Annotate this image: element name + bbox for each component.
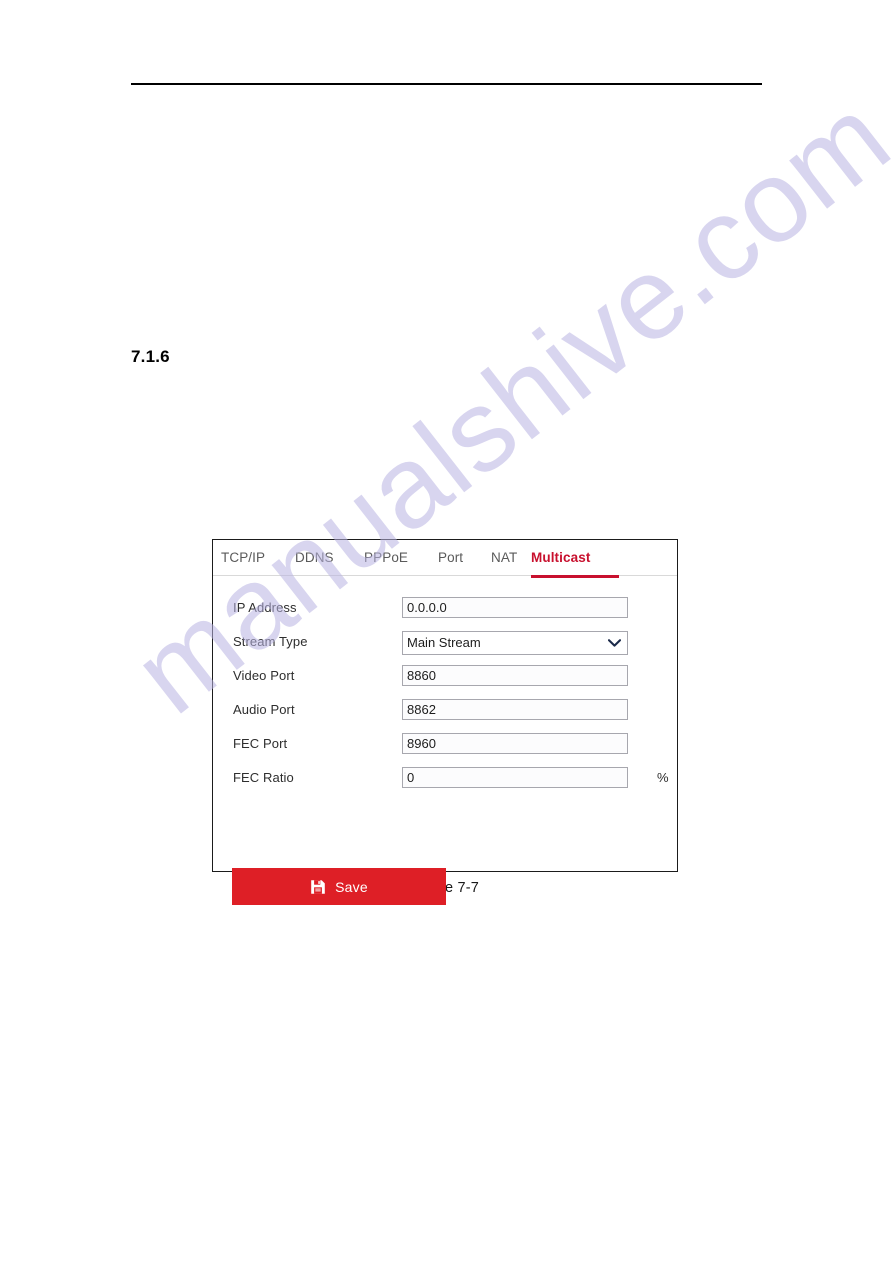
- multicast-form: IP Address 0.0.0.0 Stream Type Main Stre…: [213, 576, 677, 905]
- label-video-port: Video Port: [233, 668, 295, 683]
- fec-ratio-input[interactable]: 0: [402, 767, 628, 788]
- tab-ddns[interactable]: DDNS: [295, 550, 334, 565]
- stream-type-select[interactable]: Main Stream: [402, 631, 628, 655]
- tab-nat[interactable]: NAT: [491, 550, 517, 565]
- section-heading: 7.1.6: [131, 347, 170, 366]
- page-header-rule: [131, 83, 762, 85]
- label-fec-ratio: FEC Ratio: [233, 770, 294, 785]
- save-button-label: Save: [335, 878, 368, 895]
- ip-address-input[interactable]: 0.0.0.0: [402, 597, 628, 618]
- fec-ratio-percent-suffix: %: [657, 770, 669, 785]
- tab-port[interactable]: Port: [438, 550, 463, 565]
- label-ip-address: IP Address: [233, 600, 297, 615]
- video-port-input[interactable]: 8860: [402, 665, 628, 686]
- form-row-ip-address: IP Address 0.0.0.0: [213, 597, 677, 621]
- stream-type-value: Main Stream: [407, 635, 481, 650]
- fec-port-input[interactable]: 8960: [402, 733, 628, 754]
- save-button[interactable]: Save: [232, 868, 446, 905]
- tab-multicast[interactable]: Multicast: [531, 550, 590, 565]
- multicast-settings-panel: TCP/IP DDNS PPPoE Port NAT Multicast IP …: [212, 539, 678, 905]
- label-stream-type: Stream Type: [233, 634, 308, 649]
- tab-tcp-ip[interactable]: TCP/IP: [221, 550, 265, 565]
- label-audio-port: Audio Port: [233, 702, 295, 717]
- form-row-fec-ratio: FEC Ratio 0 %: [213, 767, 677, 791]
- settings-tab-strip: TCP/IP DDNS PPPoE Port NAT Multicast: [213, 540, 677, 578]
- tab-pppoe[interactable]: PPPoE: [364, 550, 408, 565]
- label-fec-port: FEC Port: [233, 736, 288, 751]
- chevron-down-icon: [608, 639, 621, 647]
- save-floppy-icon: [311, 879, 325, 894]
- form-row-audio-port: Audio Port 8862: [213, 699, 677, 723]
- audio-port-input[interactable]: 8862: [402, 699, 628, 720]
- form-row-fec-port: FEC Port 8960: [213, 733, 677, 757]
- form-row-stream-type: Stream Type Main Stream: [213, 631, 677, 655]
- form-row-video-port: Video Port 8860: [213, 665, 677, 689]
